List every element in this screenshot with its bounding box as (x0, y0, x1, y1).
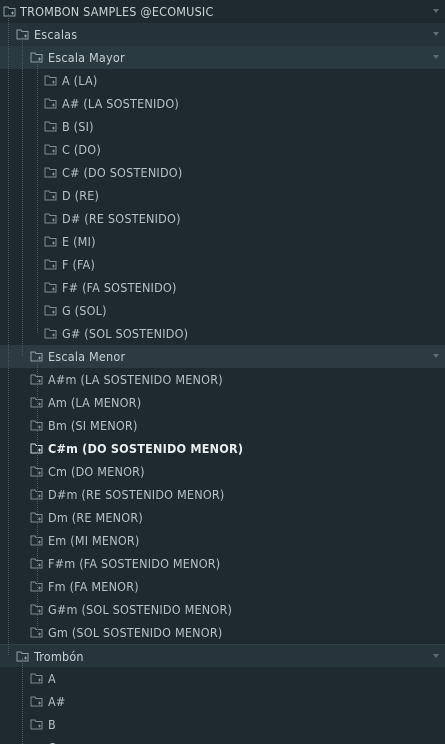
list-item[interactable]: A#m (LA SOSTENIDO MENOR) (0, 368, 445, 391)
list-item[interactable]: D (RE) (0, 184, 445, 207)
list-item-label: Cm (DO MENOR) (48, 464, 145, 479)
list-item-label: D (RE) (62, 188, 100, 203)
folder-icon (44, 188, 58, 202)
list-item-label: Bm (SI MENOR) (48, 418, 138, 433)
list-item-label: Dm (RE MENOR) (48, 510, 143, 525)
list-item-label: A# (LA SOSTENIDO) (62, 96, 180, 111)
list-item-label: Am (LA MENOR) (48, 395, 142, 410)
list-item[interactable]: D#m (RE SOSTENIDO MENOR) (0, 483, 445, 506)
folder-icon (44, 165, 58, 179)
list-item-label: G#m (SOL SOSTENIDO MENOR) (48, 602, 233, 617)
list-item-label: G (SOL) (62, 303, 107, 318)
folder-icon (16, 649, 30, 663)
folder-icon (30, 694, 44, 708)
list-item-label: B (SI) (62, 119, 94, 134)
folder-escala-mayor[interactable]: Escala Mayor (0, 46, 445, 69)
list-item-label: A#m (LA SOSTENIDO MENOR) (48, 372, 223, 387)
tree-guide (22, 658, 23, 744)
folder-icon (44, 303, 58, 317)
chevron-down-icon[interactable] (433, 9, 439, 13)
list-item[interactable]: C# (DO SOSTENIDO) (0, 161, 445, 184)
list-item-label: Em (MI MENOR) (48, 533, 140, 548)
list-item-label: E (MI) (62, 234, 96, 249)
list-item-label: Gm (SOL SOSTENIDO MENOR) (48, 625, 223, 640)
list-item[interactable]: F#m (FA SOSTENIDO MENOR) (0, 552, 445, 575)
folder-escalas[interactable]: Escalas (0, 23, 445, 46)
list-item-label: A (48, 671, 56, 686)
list-item[interactable]: Bm (SI MENOR) (0, 414, 445, 437)
list-item[interactable]: Gm (SOL SOSTENIDO MENOR) (0, 621, 445, 644)
chevron-down-icon[interactable] (433, 32, 439, 36)
list-item[interactable]: A# (0, 690, 445, 713)
tree-guide (37, 60, 38, 333)
chevron-down-icon[interactable] (433, 55, 439, 59)
tree-root-folder[interactable]: TROMBON SAMPLES @ECOMUSIC (0, 0, 445, 23)
list-item[interactable]: B (SI) (0, 115, 445, 138)
list-item-label: F# (FA SOSTENIDO) (62, 280, 177, 295)
folder-escalas-label: Escalas (34, 27, 78, 42)
tree-guide (22, 37, 23, 356)
list-item[interactable]: F (FA) (0, 253, 445, 276)
folder-icon (30, 717, 44, 731)
list-item[interactable]: A (0, 667, 445, 690)
tree-guide (37, 359, 38, 632)
list-item-label: D# (RE SOSTENIDO) (62, 211, 181, 226)
folder-icon (16, 27, 30, 41)
list-item[interactable]: G (SOL) (0, 299, 445, 322)
tree-root-label: TROMBON SAMPLES @ECOMUSIC (20, 4, 214, 19)
list-item[interactable]: A# (LA SOSTENIDO) (0, 92, 445, 115)
folder-escala-menor-label: Escala Menor (48, 349, 126, 364)
folder-icon (44, 119, 58, 133)
list-item-label: C (48, 740, 56, 744)
list-item[interactable]: D# (RE SOSTENIDO) (0, 207, 445, 230)
list-item-label: D#m (RE SOSTENIDO MENOR) (48, 487, 225, 502)
folder-trombon-label: Trombón (34, 649, 84, 664)
folder-icon (44, 142, 58, 156)
list-item-label: C# (DO SOSTENIDO) (62, 165, 183, 180)
list-item[interactable]: Dm (RE MENOR) (0, 506, 445, 529)
chevron-down-icon[interactable] (433, 354, 439, 358)
list-item-label: A (LA) (62, 73, 98, 88)
browser-tree: TROMBON SAMPLES @ECOMUSIC Escalas Escala… (0, 0, 445, 744)
list-item[interactable]: G#m (SOL SOSTENIDO MENOR) (0, 598, 445, 621)
folder-icon (3, 4, 17, 18)
list-item[interactable]: C (DO) (0, 138, 445, 161)
list-item[interactable]: Fm (FA MENOR) (0, 575, 445, 598)
list-item[interactable]: Am (LA MENOR) (0, 391, 445, 414)
folder-escala-menor[interactable]: Escala Menor (0, 345, 445, 368)
folder-icon (44, 326, 58, 340)
list-item-label: F#m (FA SOSTENIDO MENOR) (48, 556, 221, 571)
list-item-label: C#m (DO SOSTENIDO MENOR) (48, 441, 244, 456)
folder-escala-mayor-label: Escala Mayor (48, 50, 125, 65)
folder-icon (44, 280, 58, 294)
list-item[interactable]: G# (SOL SOSTENIDO) (0, 322, 445, 345)
folder-icon (30, 671, 44, 685)
folder-icon (44, 73, 58, 87)
tree-guide (8, 14, 9, 655)
list-item-label: B (48, 717, 56, 732)
list-item-label: F (FA) (62, 257, 96, 272)
list-item-label: C (DO) (62, 142, 101, 157)
list-item-selected[interactable]: C#m (DO SOSTENIDO MENOR) (0, 437, 445, 460)
folder-trombon[interactable]: Trombón (0, 644, 445, 667)
list-item[interactable]: A (LA) (0, 69, 445, 92)
list-item[interactable]: Cm (DO MENOR) (0, 460, 445, 483)
list-item[interactable]: Em (MI MENOR) (0, 529, 445, 552)
folder-icon (44, 211, 58, 225)
list-item-label: Fm (FA MENOR) (48, 579, 139, 594)
list-item[interactable]: B (0, 713, 445, 736)
list-item-label: G# (SOL SOSTENIDO) (62, 326, 189, 341)
list-item[interactable]: E (MI) (0, 230, 445, 253)
folder-icon (44, 96, 58, 110)
list-item[interactable]: C (0, 736, 445, 744)
folder-icon (44, 234, 58, 248)
chevron-down-icon[interactable] (433, 654, 439, 658)
folder-icon (44, 257, 58, 271)
list-item-label: A# (48, 694, 66, 709)
list-item[interactable]: F# (FA SOSTENIDO) (0, 276, 445, 299)
